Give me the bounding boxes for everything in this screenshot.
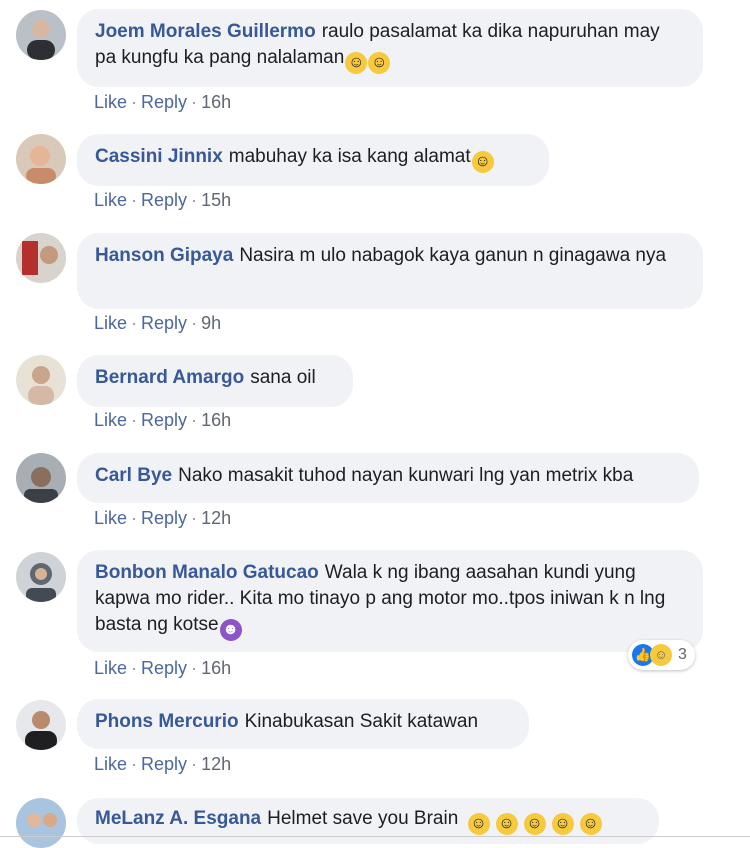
avatar[interactable] <box>16 10 66 60</box>
comment-author[interactable]: Cassini Jinnix <box>95 146 223 167</box>
avatar[interactable] <box>16 134 66 184</box>
like-link[interactable]: Like <box>94 754 127 774</box>
divider <box>0 836 750 837</box>
comment-author[interactable]: MeLanz A. Esgana <box>95 808 261 829</box>
reply-link[interactable]: Reply <box>141 508 187 528</box>
comment-actions: Like · Reply · 16h <box>94 92 232 112</box>
comment-text: sana oil <box>250 367 316 388</box>
haha-reaction-icon: ☺ <box>650 644 672 666</box>
comment-bubble: Carl Bye Nako masakit tuhod nayan kunwari… <box>77 453 699 503</box>
rolling-on-floor-laughing-emoji: ☺ <box>551 813 574 835</box>
comment-actions: Like · Reply · 9h <box>94 313 222 333</box>
comment-author[interactable]: Hanson Gipaya <box>95 245 233 266</box>
like-link[interactable]: Like <box>94 92 127 112</box>
comment-author[interactable]: Carl Bye <box>95 465 172 486</box>
like-link[interactable]: Like <box>94 190 127 210</box>
comment-timestamp[interactable]: 12h <box>201 508 231 528</box>
reply-link[interactable]: Reply <box>141 92 187 112</box>
comment-text: mabuhay ka isa kang alamat <box>228 146 471 167</box>
like-link[interactable]: Like <box>94 508 127 528</box>
comment-bubble: Bonbon Manalo Gatucao Wala k ng ibang aas… <box>77 550 703 652</box>
reaction-summary[interactable]: 👍 ☺ 3 <box>628 640 695 670</box>
avatar[interactable] <box>16 552 66 602</box>
comment-timestamp[interactable]: 9h <box>201 313 221 333</box>
avatar[interactable] <box>16 798 66 848</box>
comment-bubble: Cassini Jinnix mabuhay ka isa kang alamat… <box>77 134 549 186</box>
angry-devil-emoji: ☻ <box>219 619 242 641</box>
comment-author[interactable]: Phons Mercurio <box>95 711 239 732</box>
comment-timestamp[interactable]: 12h <box>201 754 231 774</box>
comment-timestamp[interactable]: 16h <box>201 658 231 678</box>
comment-text: Helmet save you Brain <box>267 808 459 829</box>
comment-text: Nasira m ulo nabagok kaya ganun n ginaga… <box>239 245 667 266</box>
comment-author[interactable]: Bonbon Manalo Gatucao <box>95 562 319 583</box>
avatar[interactable] <box>16 700 66 750</box>
comment-bubble: Hanson Gipaya Nasira m ulo nabagok kaya g… <box>77 233 703 309</box>
comment-bubble: Bernard Amargo sana oil <box>77 355 353 407</box>
comment-timestamp[interactable]: 16h <box>201 92 231 112</box>
comment-actions: Like · Reply · 15h <box>94 190 232 210</box>
comment-text: Nako masakit tuhod nayan kunwari lng yan… <box>178 465 634 486</box>
reply-link[interactable]: Reply <box>141 658 187 678</box>
comment-actions: Like · Reply · 12h <box>94 508 232 528</box>
comment-actions: Like · Reply · 12h <box>94 754 232 774</box>
rolling-on-floor-laughing-emoji: ☺ <box>523 813 546 835</box>
like-link[interactable]: Like <box>94 658 127 678</box>
comment-timestamp[interactable]: 15h <box>201 190 231 210</box>
rolling-on-floor-laughing-emoji: ☺ <box>579 813 602 835</box>
reply-link[interactable]: Reply <box>141 754 187 774</box>
comment-bubble: Joem Morales Guillermo raulo pasalamat ka… <box>77 9 703 87</box>
comment-actions: Like · Reply · 16h <box>94 410 232 430</box>
comment-author[interactable]: Joem Morales Guillermo <box>95 21 316 42</box>
like-link[interactable]: Like <box>94 410 127 430</box>
comment-author[interactable]: Bernard Amargo <box>95 367 244 388</box>
reaction-count: 3 <box>678 646 687 663</box>
comment-actions: Like · Reply · 16h <box>94 658 232 678</box>
comment-bubble: MeLanz A. Esgana Helmet save you Brain ☺ ☺… <box>77 798 659 844</box>
comment-bubble: Phons Mercurio Kinabukasan Sakit katawan <box>77 699 529 749</box>
comment-text: Kinabukasan Sakit katawan <box>244 711 479 732</box>
like-link[interactable]: Like <box>94 313 127 333</box>
rolling-on-floor-laughing-emoji: ☺ <box>495 813 518 835</box>
reply-link[interactable]: Reply <box>141 410 187 430</box>
reply-link[interactable]: Reply <box>141 313 187 333</box>
rolling-on-floor-laughing-emoji: ☺ <box>467 813 490 835</box>
grinning-emoji: ☺ <box>471 151 494 173</box>
rolling-on-floor-laughing-emoji: ☺ <box>345 52 368 74</box>
comment-timestamp[interactable]: 16h <box>201 410 231 430</box>
avatar[interactable] <box>16 233 66 283</box>
avatar[interactable] <box>16 355 66 405</box>
reply-link[interactable]: Reply <box>141 190 187 210</box>
avatar[interactable] <box>16 453 66 503</box>
rolling-on-floor-laughing-emoji: ☺ <box>368 52 391 74</box>
